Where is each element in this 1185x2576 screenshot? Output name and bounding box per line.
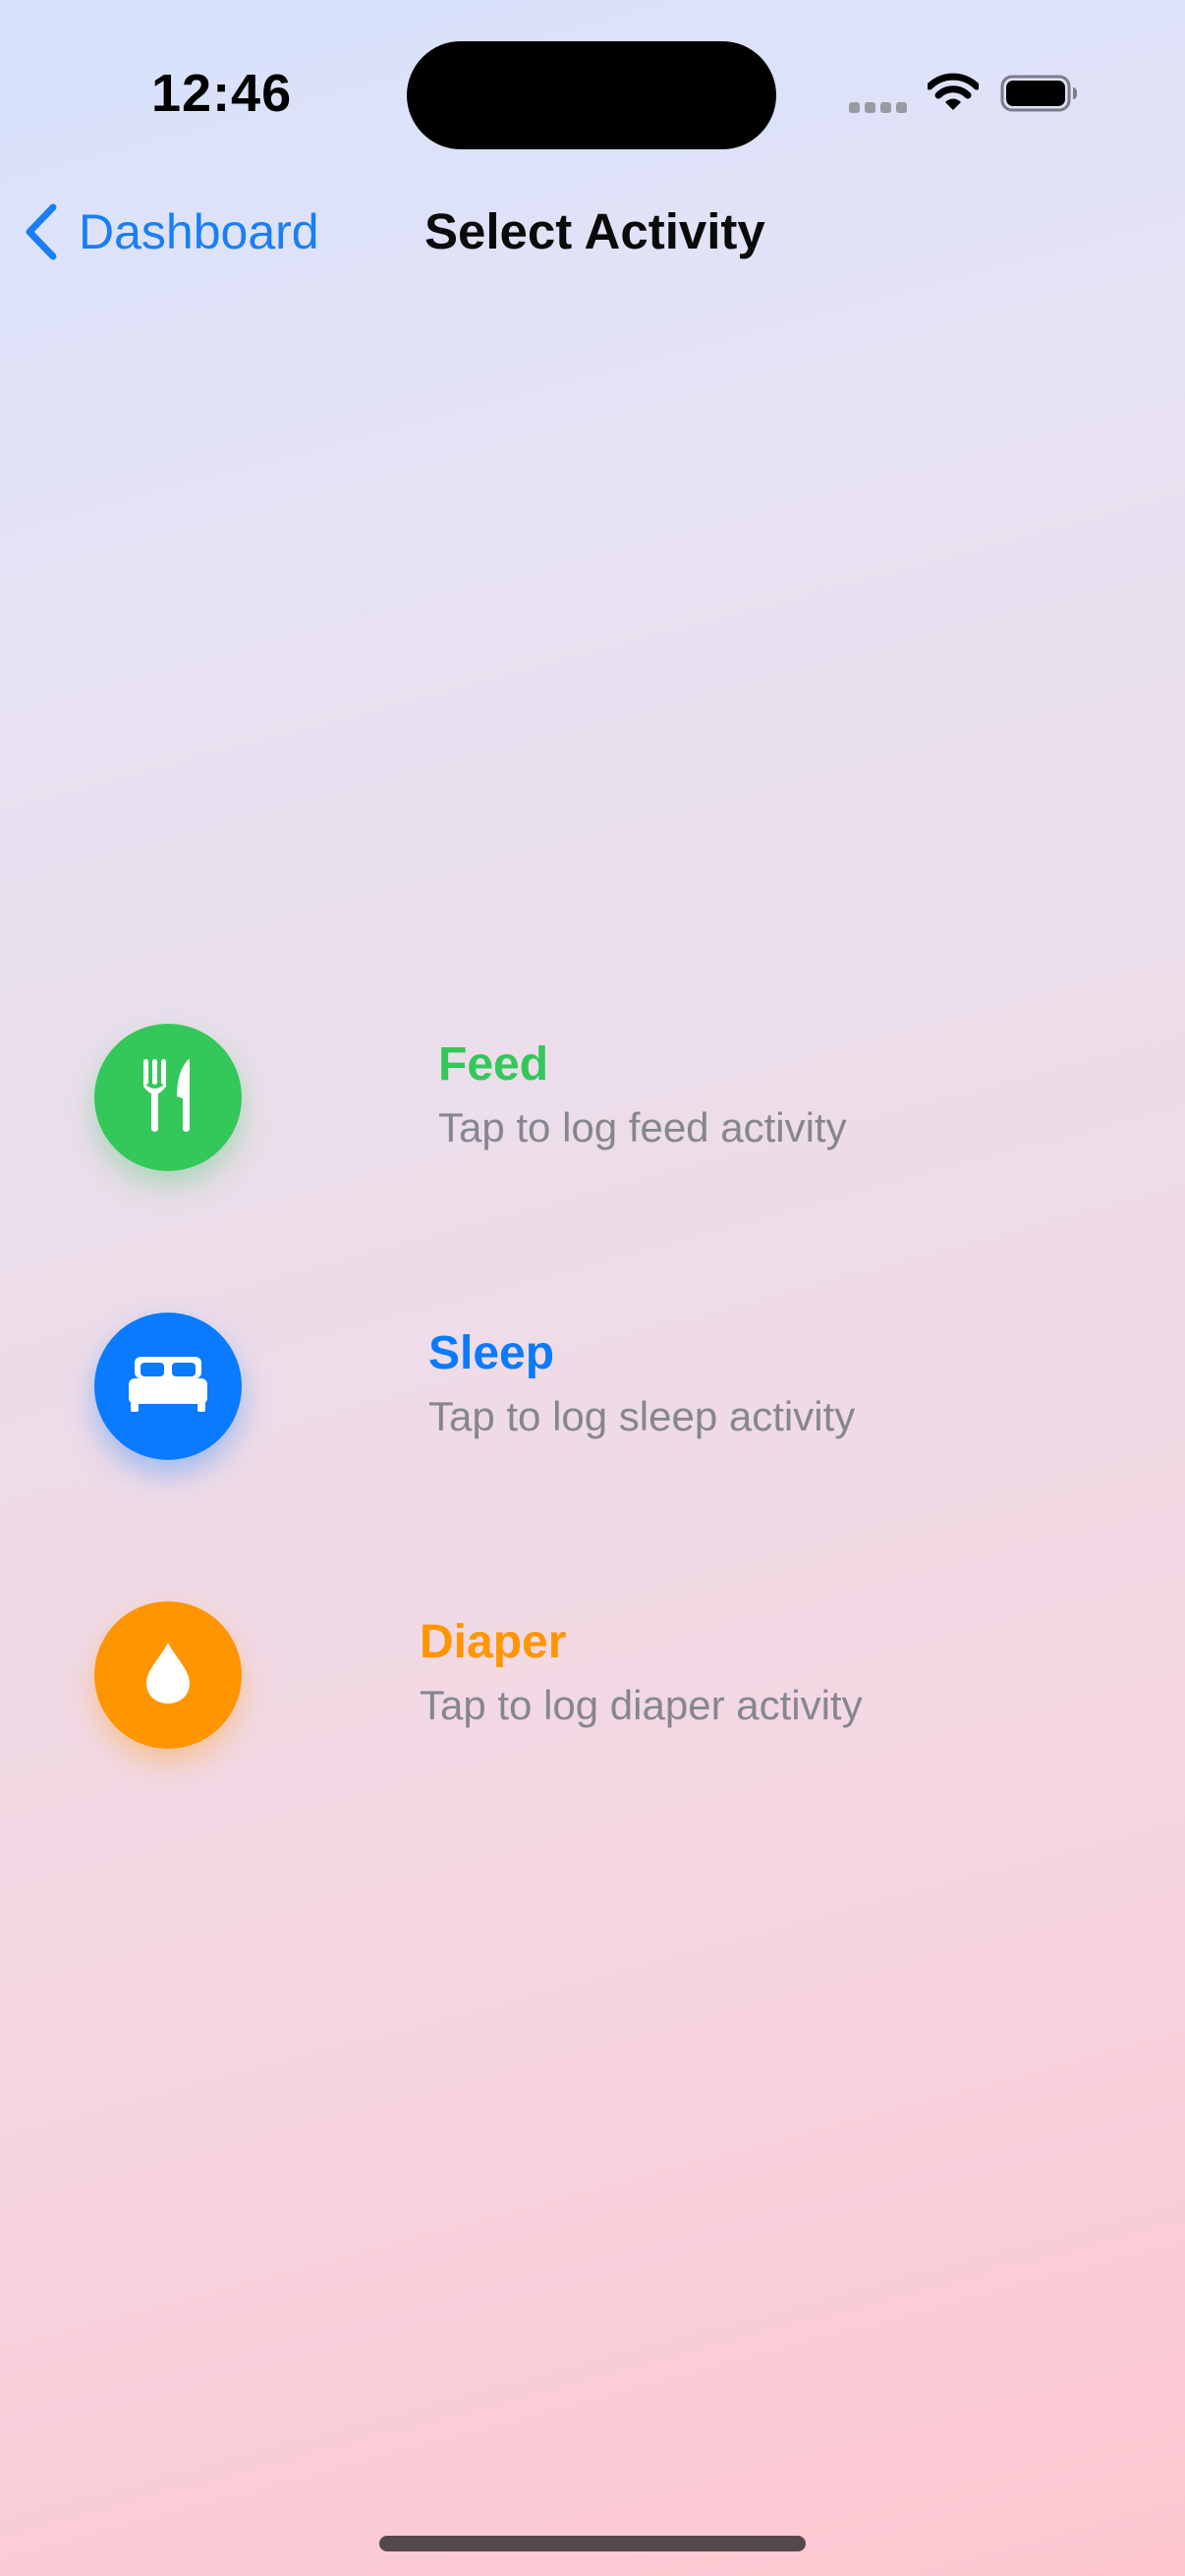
activity-title: Diaper: [420, 1616, 567, 1668]
fork-knife-icon: [140, 1057, 197, 1139]
activity-row-feed[interactable]: Feed Tap to log feed activity: [0, 1024, 1185, 1171]
battery-icon: [1000, 74, 1079, 113]
activity-icon-circle: [94, 1313, 242, 1460]
activity-subtitle: Tap to log feed activity: [438, 1104, 847, 1150]
activity-text: Diaper Tap to log diaper activity: [420, 1613, 863, 1733]
status-bar: 12:46: [0, 0, 1185, 187]
status-time: 12:46: [151, 64, 293, 123]
wifi-icon: [926, 73, 981, 112]
drop-icon: [143, 1641, 193, 1710]
navigation-bar: Dashboard Select Activity: [0, 187, 1185, 275]
back-button-label: Dashboard: [79, 204, 319, 259]
activity-row-sleep[interactable]: Sleep Tap to log sleep activity: [0, 1313, 1185, 1460]
home-indicator[interactable]: [379, 2536, 806, 2551]
dynamic-island: [407, 41, 776, 149]
chevron-left-icon: [22, 203, 59, 260]
activity-subtitle: Tap to log sleep activity: [428, 1393, 856, 1439]
activity-text: Sleep Tap to log sleep activity: [428, 1324, 855, 1444]
back-button[interactable]: Dashboard: [22, 200, 319, 263]
bed-icon: [127, 1356, 209, 1417]
activity-row-diaper[interactable]: Diaper Tap to log diaper activity: [0, 1601, 1185, 1749]
activity-subtitle: Tap to log diaper activity: [420, 1682, 863, 1728]
activity-icon-circle: [94, 1024, 242, 1171]
activity-icon-circle: [94, 1601, 242, 1749]
activity-title: Feed: [438, 1038, 549, 1091]
activity-title: Sleep: [428, 1327, 555, 1379]
signal-icon: [849, 102, 908, 114]
activity-text: Feed Tap to log feed activity: [438, 1036, 847, 1155]
page-title: Select Activity: [424, 203, 765, 259]
